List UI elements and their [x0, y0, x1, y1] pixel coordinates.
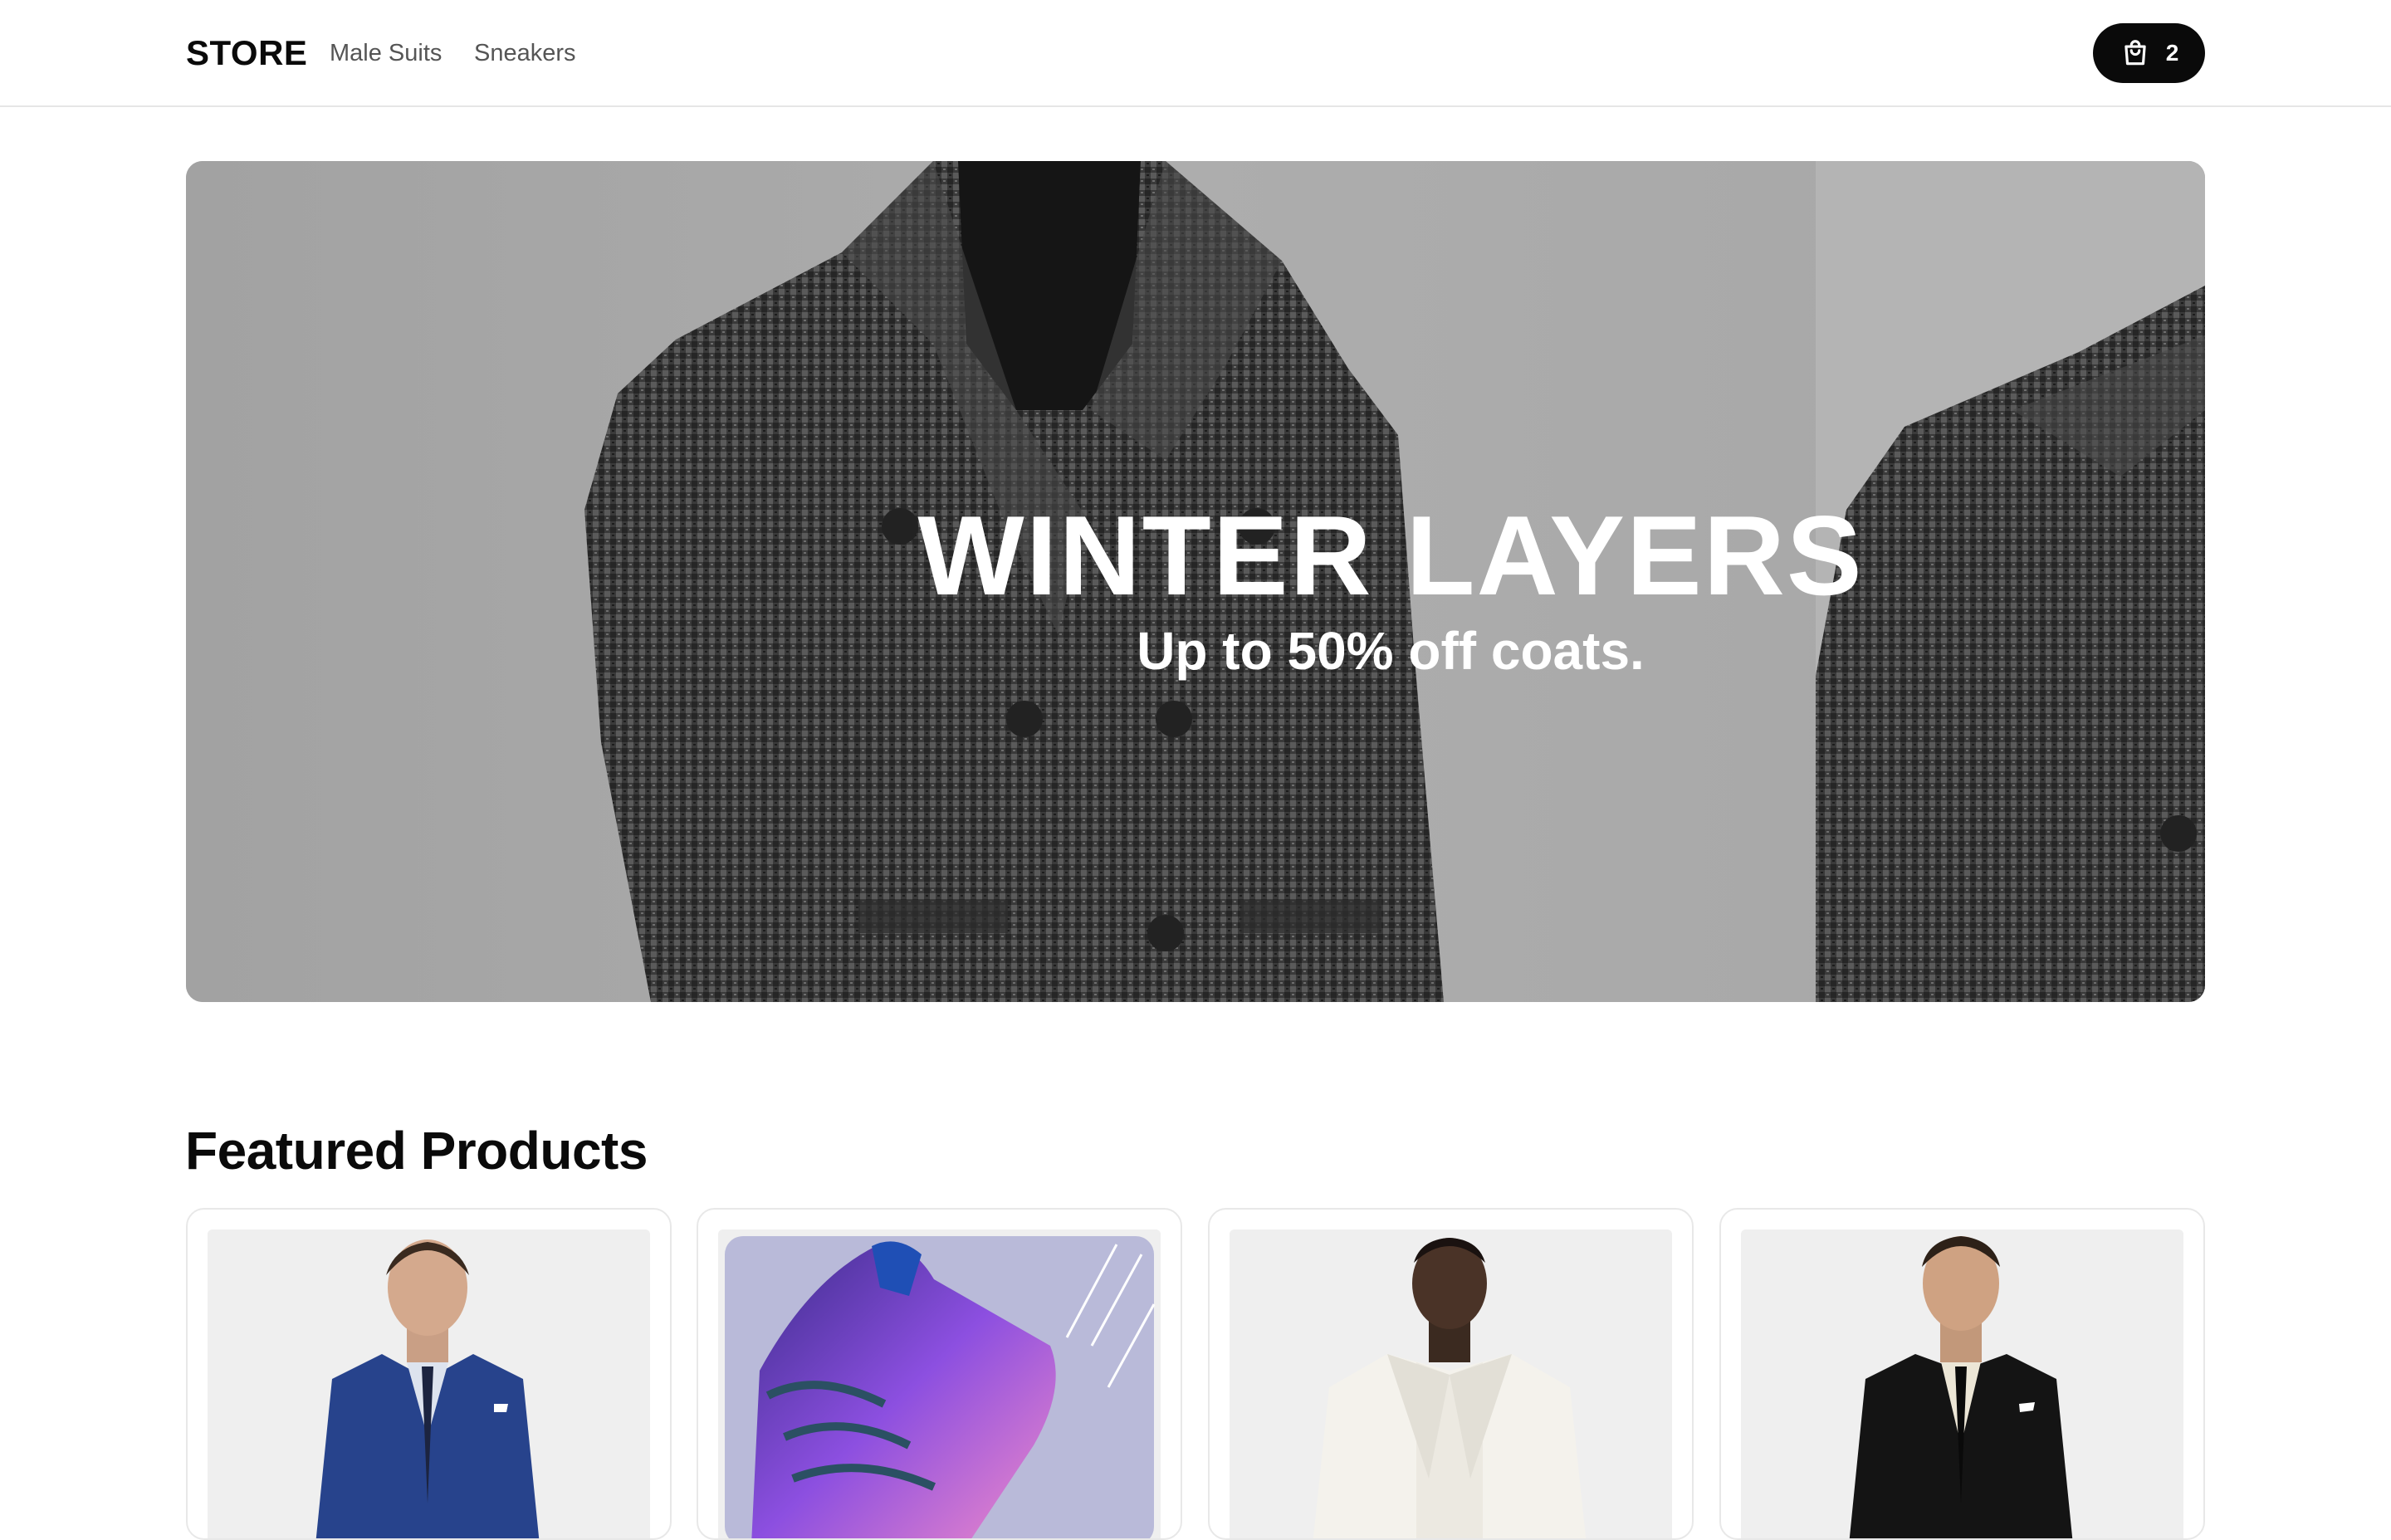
product-thumbnail[interactable] — [1230, 1230, 1672, 1538]
hero-title: WINTER LAYERS — [917, 492, 1864, 618]
product-card[interactable] — [697, 1208, 1182, 1540]
store-logo[interactable]: STORE — [186, 30, 307, 76]
cart-count-badge: 2 — [2165, 40, 2179, 66]
blue-suit-image — [208, 1230, 650, 1538]
product-card[interactable] — [186, 1208, 672, 1540]
hero-subtitle: Up to 50% off coats. — [1137, 621, 1645, 681]
product-thumbnail[interactable] — [208, 1230, 650, 1538]
product-card[interactable] — [1208, 1208, 1694, 1540]
hero-banner[interactable]: WINTER LAYERS Up to 50% off coats. — [186, 161, 2205, 1002]
nav-link-sneakers[interactable]: Sneakers — [474, 37, 576, 70]
featured-products-heading: Featured Products — [185, 1121, 648, 1181]
purple-sneaker-image — [718, 1230, 1161, 1538]
white-suit-image — [1230, 1230, 1672, 1538]
nav-link-male-suits[interactable]: Male Suits — [330, 37, 442, 70]
shopping-bag-icon — [2125, 40, 2146, 66]
top-navigation-bar: STORE Male Suits Sneakers 2 — [0, 0, 2391, 107]
product-thumbnail[interactable] — [718, 1230, 1161, 1538]
black-suit-image — [1741, 1230, 2183, 1538]
product-thumbnail[interactable] — [1741, 1230, 2183, 1538]
product-card[interactable] — [1719, 1208, 2205, 1540]
cart-button[interactable]: 2 — [2093, 23, 2205, 83]
